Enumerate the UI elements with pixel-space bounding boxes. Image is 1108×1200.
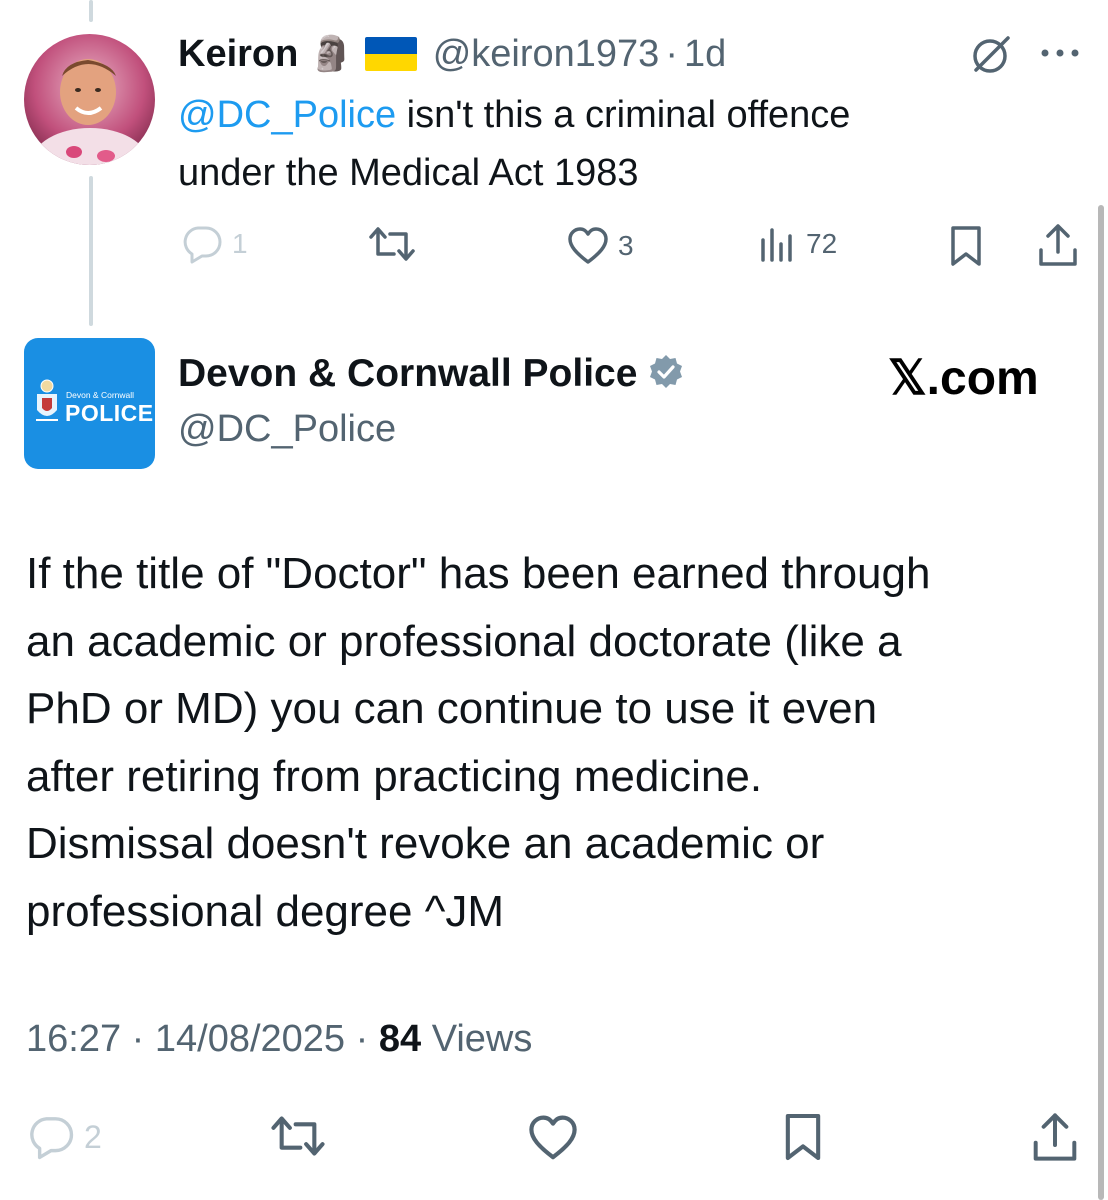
retweet-icon [369, 227, 415, 261]
views-button[interactable]: 72 [758, 224, 837, 264]
reply-icon [30, 1117, 74, 1160]
author-handle[interactable]: @keiron1973 [433, 33, 660, 76]
separator-dot: · [131, 1018, 145, 1060]
tweet-meta: 16:27 · 14/08/2025 · 84 Views [26, 1018, 532, 1061]
tweet-line: after retiring from practicing medicine. [26, 751, 763, 801]
mention-link[interactable]: @DC_Police [178, 94, 396, 136]
grok-icon[interactable] [968, 30, 1016, 83]
reply-text: @DC_Police isn't this a criminal offence… [178, 86, 1078, 202]
share-button[interactable] [1036, 222, 1080, 273]
police-avatar[interactable]: Devon & Cornwall POLICE [24, 338, 155, 469]
heart-icon [529, 1115, 577, 1160]
tweet-line: If the title of "Doctor" has been earned… [26, 549, 931, 598]
reply-count: 1 [232, 228, 248, 259]
retweet-button[interactable] [368, 224, 416, 269]
tweet-time[interactable]: 16:27 [26, 1018, 121, 1060]
reply-text-line2: under the Medical Act 1983 [178, 152, 639, 194]
reply-icon [183, 226, 222, 264]
tweet-date[interactable]: 14/08/2025 [155, 1018, 345, 1060]
separator-dot: · [355, 1018, 369, 1060]
police-handle[interactable]: @DC_Police [178, 408, 396, 451]
thread-line-top [89, 0, 93, 22]
main-reply-button[interactable]: 2 [26, 1114, 102, 1160]
like-button[interactable]: 3 [566, 226, 634, 266]
more-icon[interactable] [1038, 46, 1082, 65]
main-retweet-button[interactable] [270, 1112, 326, 1165]
tweet-line: an academic or professional doctorate (l… [26, 616, 902, 666]
main-like-button[interactable] [526, 1114, 580, 1167]
views-number: 84 [378, 1018, 422, 1060]
main-share-button[interactable] [1030, 1110, 1080, 1169]
logo-police-text: POLICE [65, 400, 154, 426]
tweet-line: Dismissal doesn't revoke an academic or [26, 819, 825, 868]
views-icon [761, 228, 792, 262]
bookmark-icon [951, 226, 981, 266]
x-com-watermark: 𝕏.com [888, 352, 1039, 405]
views-label: Views [431, 1018, 533, 1060]
tweet-line: professional degree ^JM [26, 886, 505, 936]
main-bookmark-button[interactable] [782, 1110, 824, 1169]
reply-text-line1: isn't this a criminal offence [396, 94, 851, 136]
logo-subtext: Devon & Cornwall [66, 390, 135, 400]
crest-icon [34, 376, 60, 433]
separator-dot: · [665, 32, 678, 75]
thread-line [89, 176, 93, 326]
like-count: 3 [618, 230, 634, 261]
avatar[interactable] [24, 34, 155, 165]
views-count: 72 [806, 228, 838, 259]
reply-header: Keiron 🗿 @keiron1973 · 1d [178, 28, 726, 80]
author-name[interactable]: Keiron [178, 33, 298, 76]
ukraine-flag-icon [364, 37, 417, 71]
moai-emoji: 🗿 [310, 35, 353, 73]
share-icon [1039, 224, 1077, 266]
heart-icon [568, 227, 608, 264]
retweet-icon [271, 1116, 325, 1156]
bookmark-icon [785, 1113, 821, 1161]
timestamp[interactable]: 1d [684, 33, 726, 76]
tweet-line: PhD or MD) you can continue to use it ev… [26, 684, 878, 733]
reply-action-reply[interactable]: 1 [180, 224, 248, 264]
main-reply-count: 2 [84, 1118, 102, 1155]
share-icon [1033, 1113, 1077, 1161]
police-name[interactable]: Devon & Cornwall Police [178, 352, 637, 396]
main-header: Devon & Cornwall Police [178, 352, 685, 396]
verified-badge-icon [647, 353, 685, 396]
tweet-text: If the title of "Doctor" has been earned… [26, 540, 1086, 945]
bookmark-button[interactable] [948, 224, 984, 273]
scrollbar[interactable] [1098, 205, 1104, 1200]
